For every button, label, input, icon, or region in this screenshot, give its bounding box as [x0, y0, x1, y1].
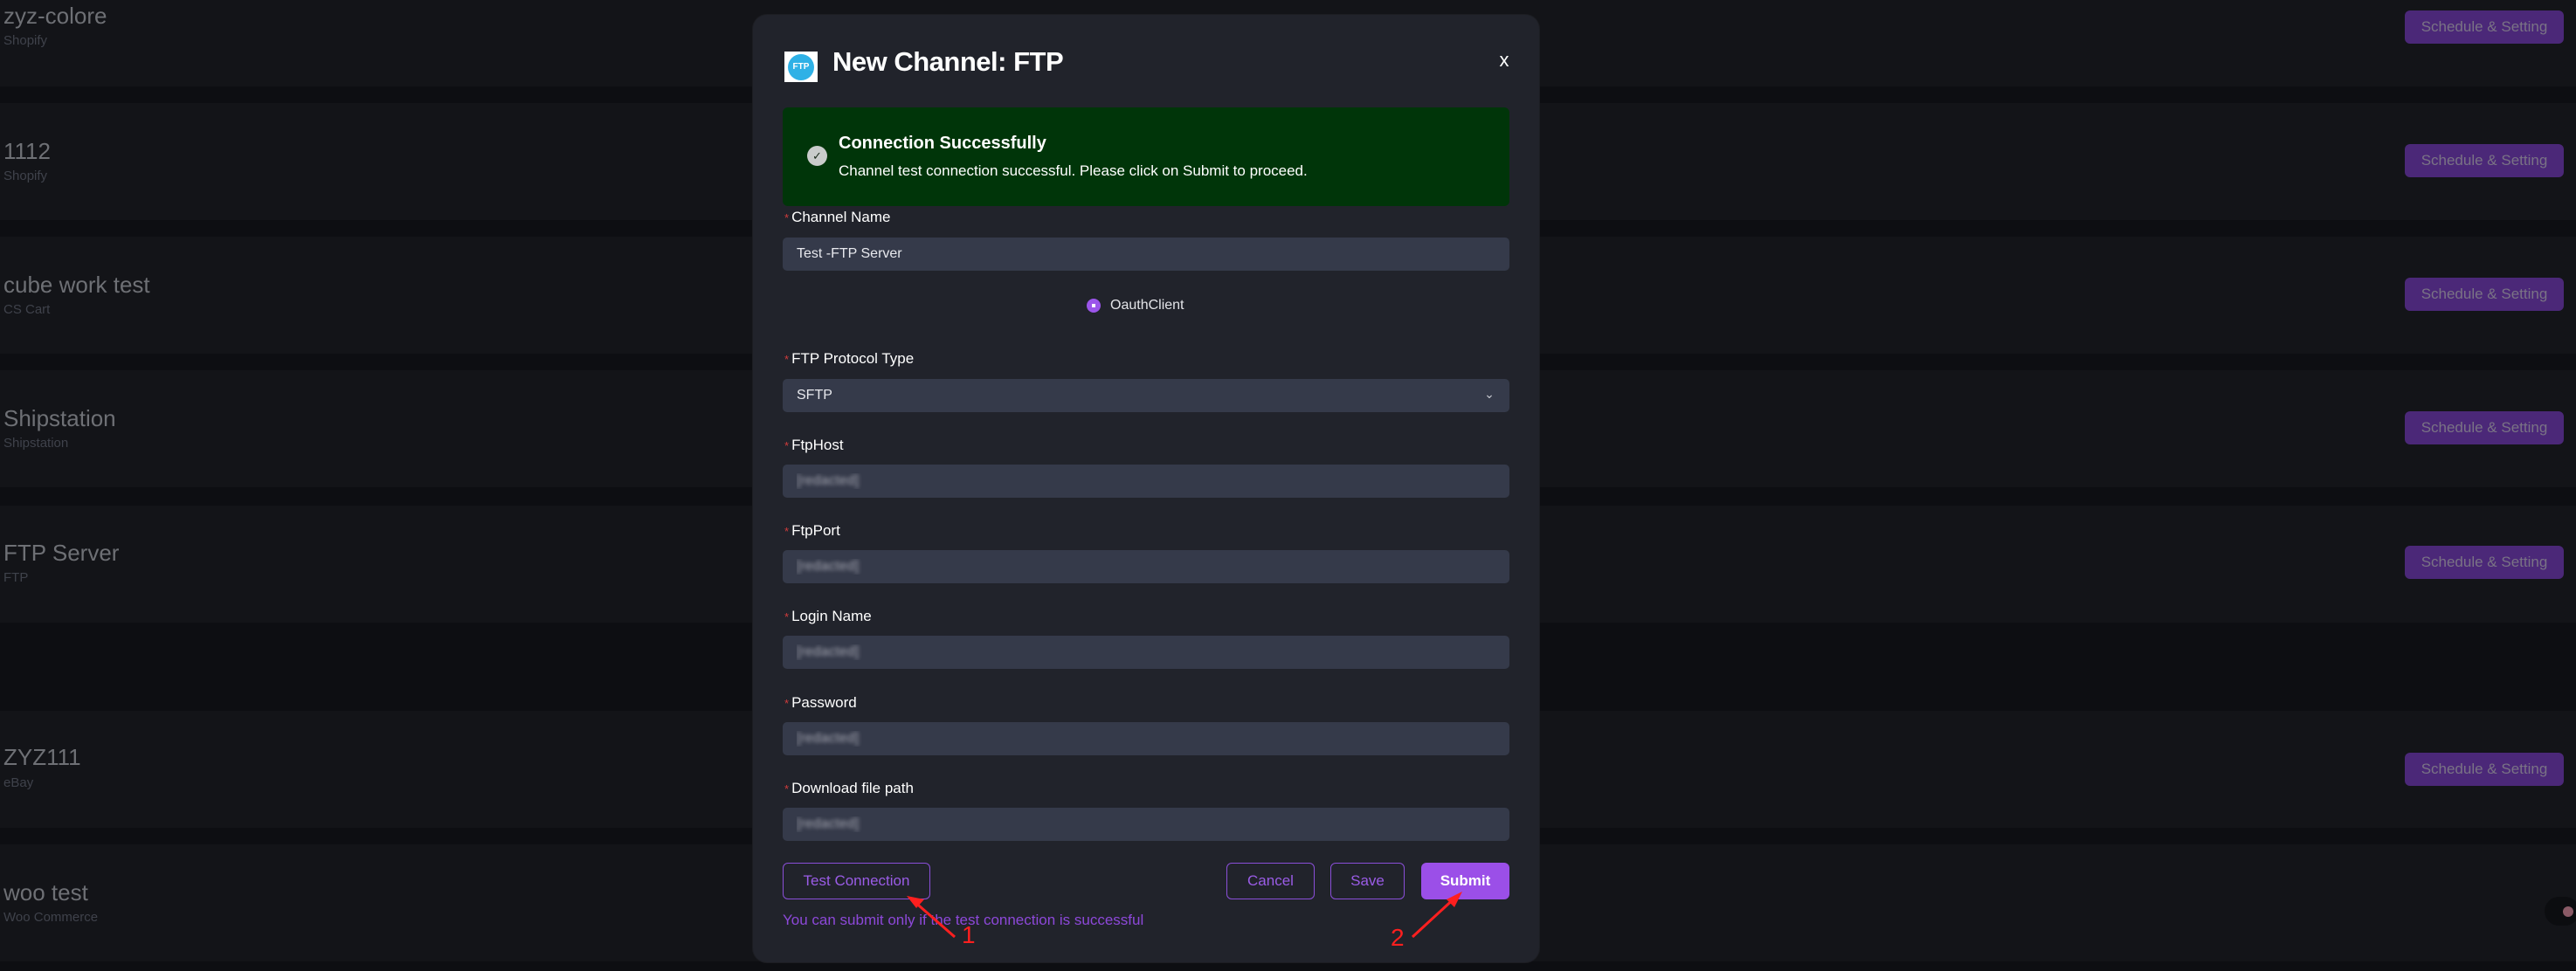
test-connection-button[interactable]: Test Connection [783, 863, 930, 899]
password-label: * Password [784, 694, 857, 711]
alert-title: Connection Successfully [839, 134, 1046, 153]
port-label: * FtpPort [784, 522, 840, 539]
alert-message: Channel test connection successful. Plea… [839, 162, 1308, 179]
oauth-client-label: OauthClient [1110, 298, 1184, 313]
annotation-label-2: 2 [1391, 924, 1405, 951]
required-marker: * [784, 211, 790, 224]
login-input[interactable] [783, 636, 1509, 669]
host-input[interactable] [783, 465, 1509, 498]
protocol-value: SFTP [797, 388, 832, 403]
channel-name: woo test [3, 879, 88, 906]
channel-name-label: * Channel Name [784, 209, 891, 225]
schedule-setting-button[interactable]: Schedule & Setting [2405, 546, 2564, 579]
port-input[interactable] [783, 550, 1509, 583]
cancel-button[interactable]: Cancel [1226, 863, 1315, 899]
oauth-client-radio[interactable]: OauthClient [1087, 298, 1184, 313]
protocol-label: * FTP Protocol Type [784, 350, 915, 367]
check-circle-icon: ✓ [807, 146, 827, 166]
download-path-input[interactable] [783, 808, 1509, 841]
channel-name: zyz-colore [3, 3, 107, 29]
channel-name-input[interactable] [783, 238, 1509, 271]
radio-selected-icon[interactable] [1087, 299, 1101, 313]
ftp-logo-icon: FTP [784, 52, 818, 82]
channel-platform: eBay [3, 775, 34, 790]
schedule-setting-button[interactable]: Schedule & Setting [2405, 144, 2564, 177]
modal-title: New Channel: FTP [832, 46, 1064, 77]
schedule-setting-button[interactable]: Schedule & Setting [2405, 753, 2564, 786]
channel-name: FTP Server [3, 540, 120, 566]
channel-platform: Shopify [3, 33, 48, 48]
channel-platform: Woo Commerce [3, 910, 99, 925]
password-input[interactable] [783, 722, 1509, 755]
close-icon[interactable]: x [1494, 49, 1515, 71]
new-channel-modal: FTP New Channel: FTP x ✓ Connection Succ… [753, 15, 1539, 962]
submit-button[interactable]: Submit [1421, 863, 1509, 899]
schedule-setting-button[interactable]: Schedule & Setting [2405, 411, 2564, 444]
channel-name: ZYZ111 [3, 744, 81, 770]
schedule-setting-button[interactable]: Schedule & Setting [2405, 278, 2564, 311]
channel-platform: Shipstation [3, 436, 69, 451]
login-label: * Login Name [784, 608, 872, 624]
channel-name: 1112 [3, 138, 51, 164]
success-alert: ✓ Connection Successfully Channel test c… [783, 107, 1509, 206]
channel-name: Shipstation [3, 405, 116, 431]
annotation-label-1: 1 [962, 921, 976, 948]
chevron-down-icon: ⌄ [1484, 386, 1495, 401]
host-label: * FtpHost [784, 437, 844, 453]
channel-platform: Shopify [3, 169, 48, 183]
protocol-select[interactable]: SFTP ⌄ [783, 379, 1509, 412]
channel-platform: FTP [3, 570, 29, 585]
status-dot-icon [2563, 906, 2573, 917]
schedule-setting-button[interactable]: Schedule & Setting [2405, 10, 2564, 44]
channel-platform: CS Cart [3, 302, 51, 317]
channel-name: cube work test [3, 272, 150, 298]
save-button[interactable]: Save [1330, 863, 1405, 899]
download-path-label: * Download file path [784, 780, 914, 796]
